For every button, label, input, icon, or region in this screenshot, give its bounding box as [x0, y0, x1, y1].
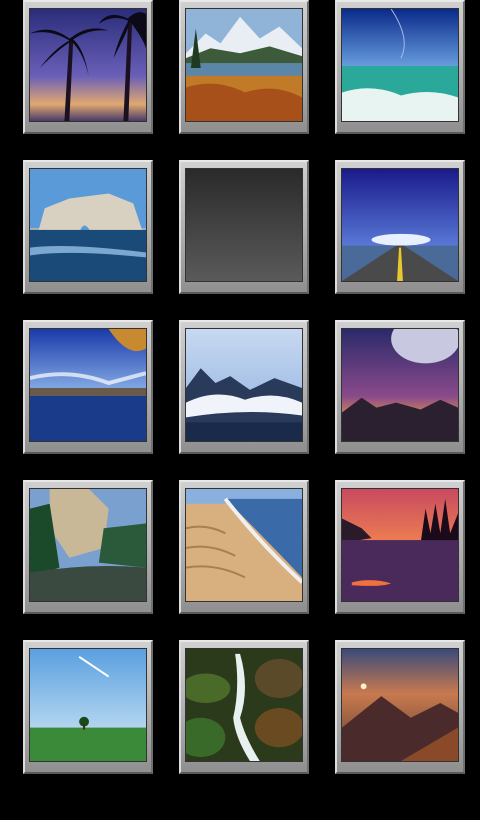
thumbnail-image [29, 8, 147, 122]
thumbnail-image [29, 488, 147, 602]
thumbnail-image [29, 168, 147, 282]
thumbnail-cliff-river[interactable] [23, 480, 153, 614]
thumbnail-sunset-lake[interactable] [335, 480, 465, 614]
thumbnail-image [341, 8, 459, 122]
thumbnail-blank[interactable] [179, 160, 309, 294]
thumbnail-grid [0, 0, 480, 820]
thumbnail-autumn-lake[interactable] [23, 320, 153, 454]
thumbnail-image [29, 328, 147, 442]
thumbnail-image [185, 8, 303, 122]
thumbnail-forest-waterfall[interactable] [179, 640, 309, 774]
thumbnail-image [341, 488, 459, 602]
thumbnail-image [341, 328, 459, 442]
thumbnail-green-field[interactable] [23, 640, 153, 774]
thumbnail-image [29, 648, 147, 762]
thumbnail-image [185, 648, 303, 762]
thumbnail-image [341, 168, 459, 282]
thumbnail-palm-trees[interactable] [23, 0, 153, 134]
thumbnail-open-road[interactable] [335, 160, 465, 294]
thumbnail-image [185, 168, 303, 282]
thumbnail-planet-sunrise[interactable] [335, 320, 465, 454]
thumbnail-misty-mountain[interactable] [335, 640, 465, 774]
thumbnail-mountain-clouds[interactable] [179, 320, 309, 454]
thumbnail-sand-dunes[interactable] [179, 480, 309, 614]
thumbnail-ocean-wave[interactable] [335, 0, 465, 134]
thumbnail-image [185, 488, 303, 602]
thumbnail-image [341, 648, 459, 762]
thumbnail-sea-rock[interactable] [23, 160, 153, 294]
thumbnail-mountain-lake[interactable] [179, 0, 309, 134]
thumbnail-image [185, 328, 303, 442]
